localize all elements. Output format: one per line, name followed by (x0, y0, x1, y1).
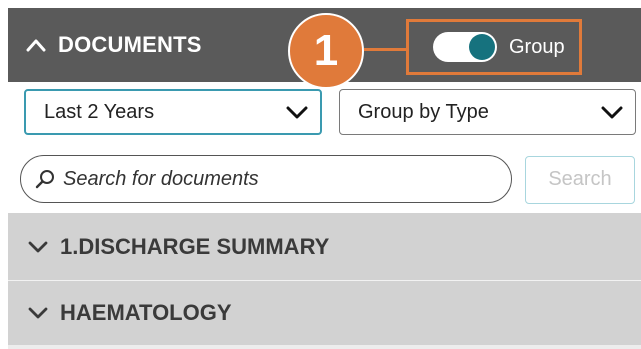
chevron-down-icon (601, 105, 623, 119)
list-bottom-edge (8, 345, 641, 349)
group-by-value: Group by Type (358, 100, 489, 123)
search-button[interactable]: Search (525, 156, 635, 204)
group-by-select[interactable]: Group by Type (339, 89, 636, 135)
group-label: HAEMATOLOGY (60, 300, 232, 325)
documents-panel: DOCUMENTS Group 1 Last 2 Years Group by … (0, 0, 641, 349)
chevron-down-icon (286, 105, 308, 119)
search-icon (35, 169, 55, 189)
callout-connector (364, 48, 406, 51)
chevron-down-icon (28, 306, 48, 320)
search-input[interactable] (63, 167, 493, 191)
callout-number-badge: 1 (288, 13, 364, 89)
time-range-select[interactable]: Last 2 Years (24, 89, 322, 135)
chevron-down-icon (28, 240, 48, 254)
collapse-panel-button[interactable]: DOCUMENTS (26, 20, 202, 70)
group-row-discharge-summary[interactable]: 1.DISCHARGE SUMMARY (8, 213, 641, 280)
search-field[interactable] (20, 155, 512, 203)
group-label: 1.DISCHARGE SUMMARY (60, 233, 330, 259)
chevron-up-icon (26, 38, 46, 52)
group-row-haematology[interactable]: HAEMATOLOGY (8, 281, 641, 345)
panel-title: DOCUMENTS (58, 32, 202, 57)
callout-highlight-box (406, 19, 582, 75)
time-range-value: Last 2 Years (44, 100, 155, 123)
